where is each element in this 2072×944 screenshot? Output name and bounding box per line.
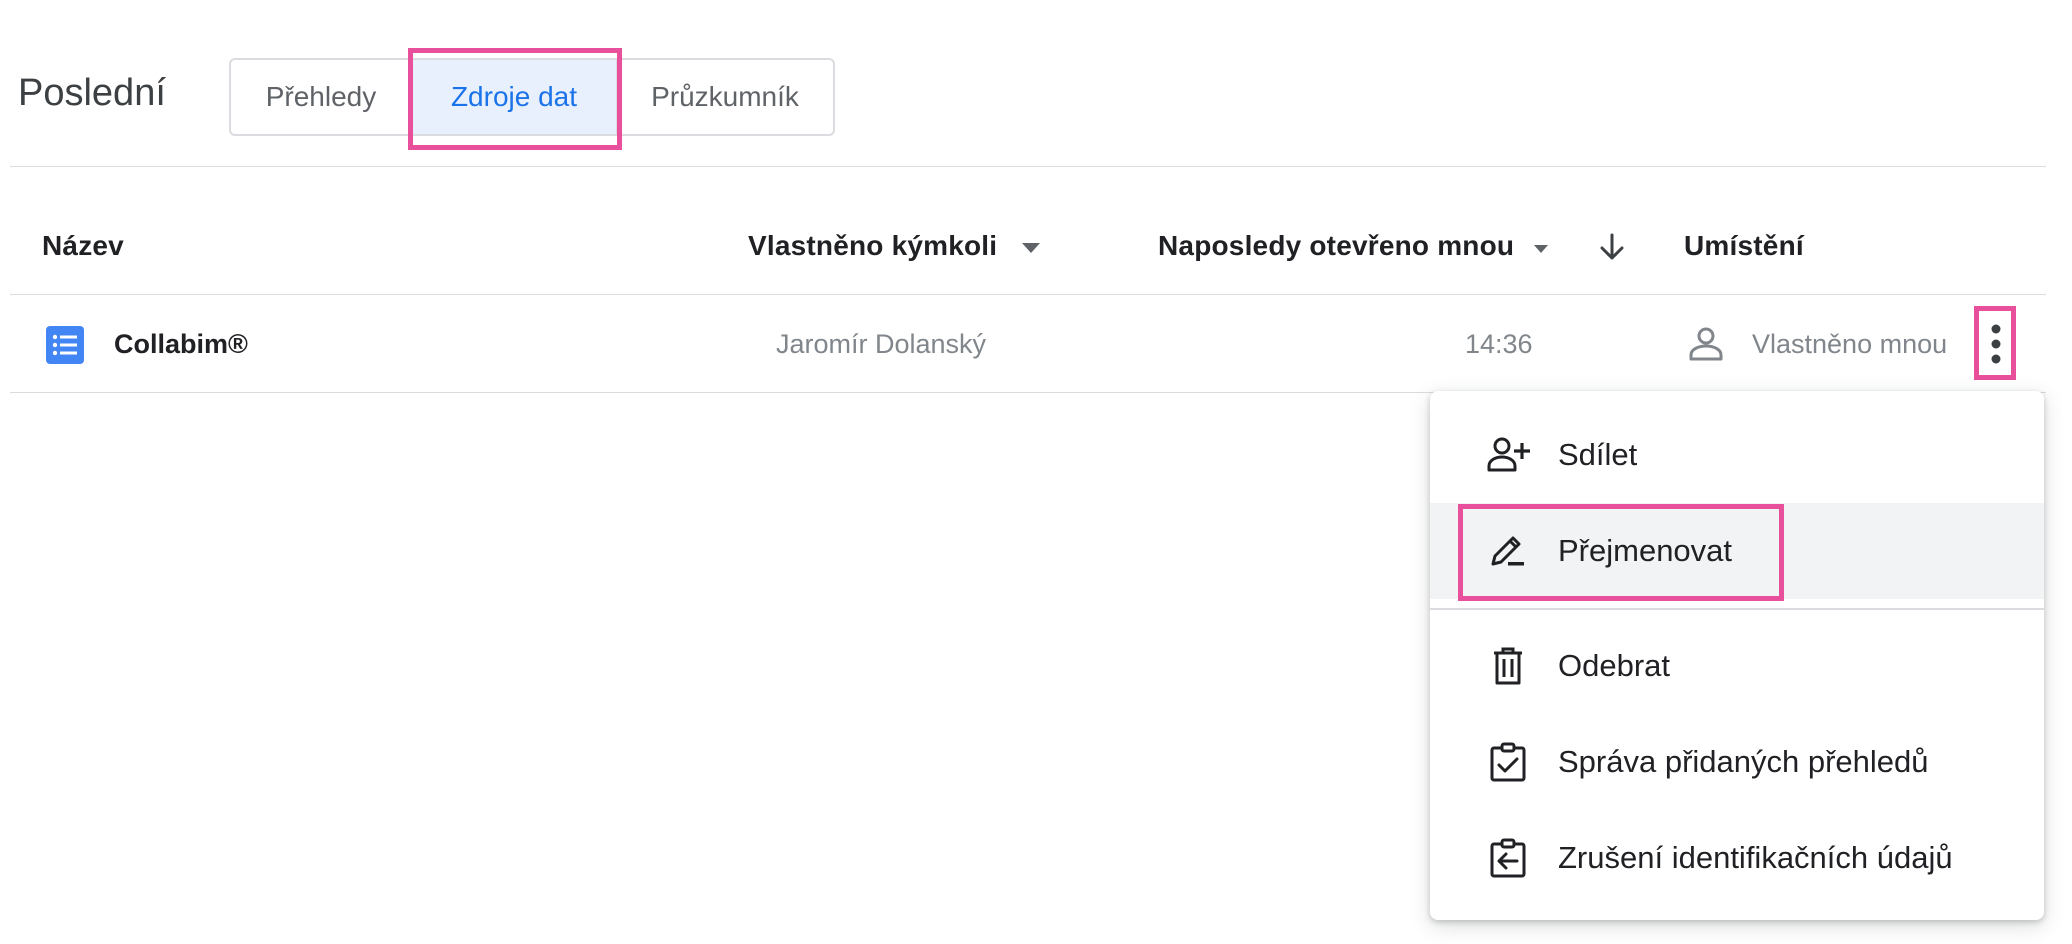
menu-label-share: Sdílet: [1558, 437, 1638, 472]
trash-icon: [1494, 647, 1522, 685]
context-menu: Sdílet Přejmenovat Odebrat Správa přidan…: [1430, 391, 2044, 920]
header-divider: [10, 166, 2046, 167]
row-name[interactable]: Collabim®: [114, 329, 248, 360]
person-add-icon: [1487, 437, 1530, 472]
tab-pruzkumnik[interactable]: Průzkumník: [617, 60, 833, 134]
owner-dropdown-icon[interactable]: [1022, 243, 1040, 253]
row-owner: Jaromír Dolanský: [776, 329, 987, 359]
edit-icon: [1491, 536, 1524, 566]
opened-dropdown-icon[interactable]: [1534, 245, 1548, 253]
menu-divider: [1430, 608, 2044, 610]
tab-zdroje-dat[interactable]: Zdroje dat: [412, 60, 617, 134]
clipboard-check-icon: [1490, 742, 1526, 782]
column-opened[interactable]: Naposledy otevřeno mnou: [1158, 230, 1514, 262]
menu-label-rename: Přejmenovat: [1558, 533, 1733, 568]
more-vert-icon[interactable]: [1982, 318, 2010, 370]
menu-label-manage-reports: Správa přidaných přehledů: [1558, 744, 1929, 779]
tab-prehledy[interactable]: Přehledy: [231, 60, 412, 134]
column-divider: [10, 294, 2046, 295]
menu-label-remove: Odebrat: [1558, 648, 1671, 683]
menu-item-remove[interactable]: Odebrat: [1430, 618, 2044, 714]
clipboard-arrow-icon: [1490, 838, 1526, 878]
column-location[interactable]: Umístění: [1684, 230, 1804, 262]
menu-item-revoke-credentials[interactable]: Zrušení identifikačních údajů: [1430, 810, 2044, 906]
menu-label-revoke-credentials: Zrušení identifikačních údajů: [1558, 840, 1953, 875]
menu-item-manage-reports[interactable]: Správa přidaných přehledů: [1430, 714, 2044, 810]
arrow-down-icon[interactable]: [1598, 232, 1626, 262]
menu-item-share[interactable]: Sdílet: [1430, 407, 2044, 503]
person-icon: [1689, 327, 1723, 361]
menu-item-rename[interactable]: Přejmenovat: [1430, 503, 2044, 599]
table-row[interactable]: Collabim® Jaromír Dolanský 14:36 Vlastně…: [10, 296, 2046, 392]
tab-group: Přehledy Zdroje dat Průzkumník: [229, 58, 835, 136]
page: Poslední Přehledy Zdroje dat Průzkumník …: [0, 0, 2072, 944]
column-name[interactable]: Název: [42, 230, 124, 262]
row-opened: 14:36: [1465, 329, 1533, 359]
list-document-icon: [46, 326, 84, 364]
page-title: Poslední: [18, 72, 166, 114]
column-owner[interactable]: Vlastněno kýmkoli: [748, 230, 997, 262]
row-location: Vlastněno mnou: [1752, 329, 1948, 359]
